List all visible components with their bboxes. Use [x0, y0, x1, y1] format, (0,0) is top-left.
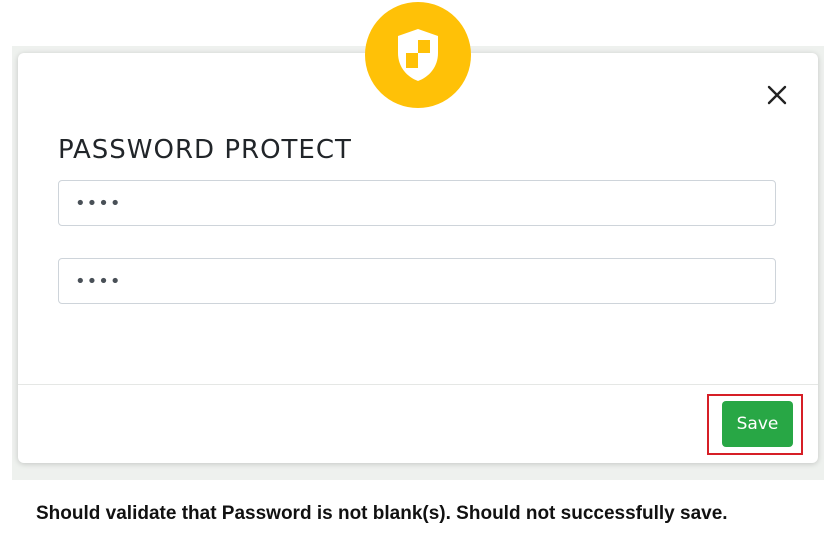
screenshot-stage: PASSWORD PROTECT Save Should validate th…	[0, 0, 824, 549]
password-input[interactable]	[58, 180, 776, 226]
close-button[interactable]	[763, 81, 791, 109]
confirm-password-input[interactable]	[58, 258, 776, 304]
password-protect-dialog: PASSWORD PROTECT Save	[18, 53, 818, 463]
save-button[interactable]: Save	[722, 401, 793, 447]
shield-icon	[398, 29, 438, 81]
test-caption: Should validate that Password is not bla…	[36, 503, 728, 524]
shield-badge	[365, 2, 471, 108]
close-icon	[767, 85, 787, 105]
footer-divider	[18, 384, 818, 385]
dialog-title: PASSWORD PROTECT	[58, 135, 352, 165]
